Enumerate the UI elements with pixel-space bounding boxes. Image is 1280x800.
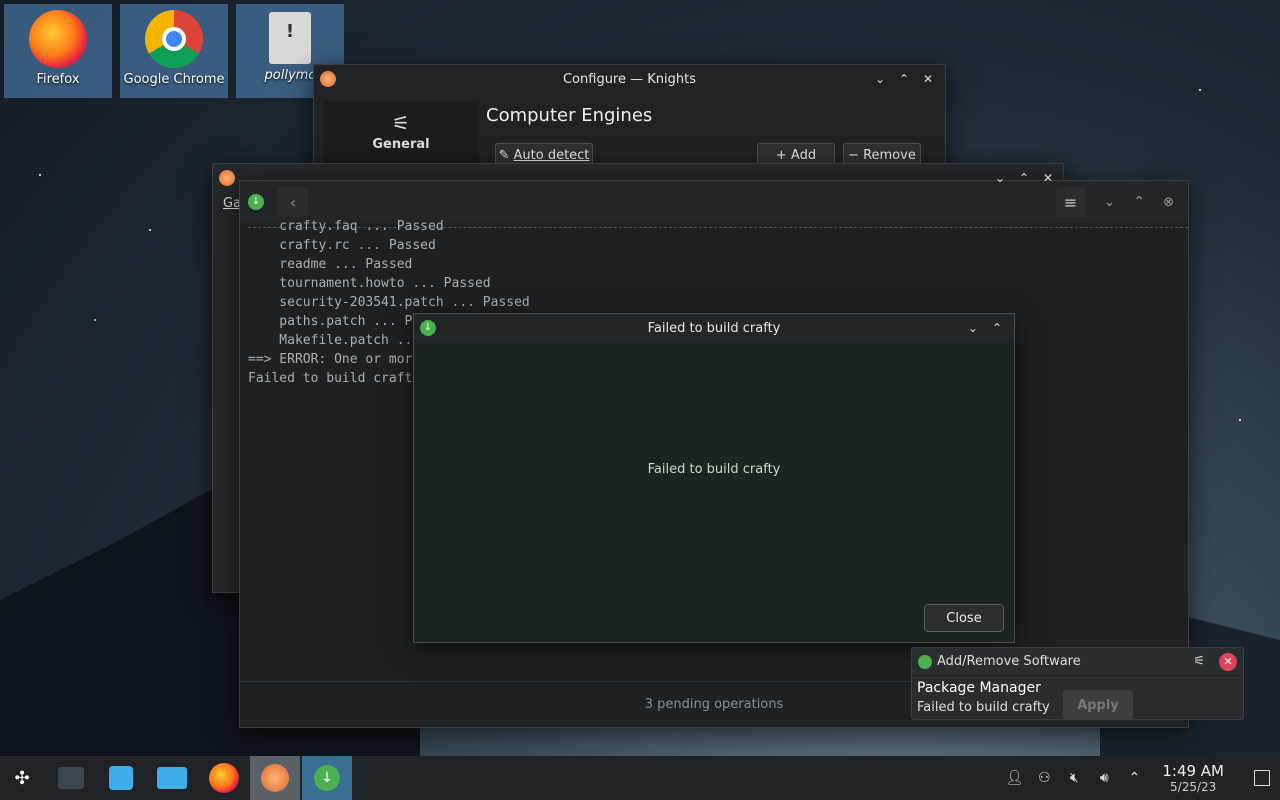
notification-popup[interactable]: Add/Remove Software ⚟ ✕ Package Manager …: [911, 647, 1244, 720]
knights-taskbar-icon[interactable]: [250, 756, 300, 800]
terminal-line: security-203541.patch ... Passed: [248, 295, 530, 310]
maximize-icon[interactable]: ⌃: [895, 70, 913, 88]
settings-icon[interactable]: ⚟: [1193, 654, 1205, 669]
show-desktop-icon[interactable]: [1254, 770, 1270, 786]
sidebar-item-general[interactable]: ⚟ General: [323, 101, 479, 152]
button-label: Remove: [863, 147, 916, 163]
system-settings-icon[interactable]: [46, 756, 96, 800]
desktop-icon-chrome[interactable]: Google Chrome: [120, 4, 228, 98]
knights-icon: [219, 170, 235, 186]
sidebar-item-label: General: [372, 137, 430, 152]
mute-icon[interactable]: 🔇︎: [1064, 768, 1084, 788]
window-title: Configure — Knights: [562, 71, 696, 87]
apply-button[interactable]: Apply: [1063, 690, 1133, 720]
pamac-icon: ↓: [420, 320, 436, 336]
button-label: Auto detect: [513, 147, 590, 163]
pamac-icon: ↓: [248, 194, 264, 210]
maximize-icon[interactable]: ⌃: [1015, 169, 1033, 187]
terminal-line: readme ... Passed: [248, 257, 413, 272]
minimize-icon[interactable]: ⌄: [964, 319, 982, 337]
desktop-icon-label: Google Chrome: [123, 72, 225, 87]
dialog-message: Failed to build crafty: [647, 462, 781, 477]
close-icon[interactable]: ✕: [1219, 652, 1237, 671]
network-icon[interactable]: ⚇: [1034, 768, 1054, 788]
minimize-icon[interactable]: ⌄: [1104, 194, 1116, 210]
minus-icon: −: [848, 147, 860, 163]
volume-icon[interactable]: 🔊︎: [1094, 768, 1114, 788]
minimize-icon[interactable]: ⌄: [991, 169, 1009, 187]
user-icon[interactable]: 👤︎: [1004, 768, 1024, 788]
clock-time: 1:49 AM: [1162, 762, 1224, 780]
section-title: Computer Engines: [486, 105, 653, 126]
knights-icon: [320, 71, 336, 87]
terminal-line: tournament.howto ... Passed: [248, 276, 491, 291]
chrome-icon: [145, 10, 203, 68]
back-button[interactable]: ‹: [278, 187, 308, 217]
minimize-icon[interactable]: ⌄: [871, 70, 889, 88]
chevron-up-icon[interactable]: ⌃: [1124, 768, 1144, 788]
close-icon[interactable]: ✕: [919, 70, 937, 88]
notification-body: Failed to build crafty: [917, 700, 1050, 715]
maximize-icon[interactable]: ⌃: [1133, 194, 1145, 210]
clock[interactable]: 1:49 AM 5/25/23: [1162, 762, 1224, 794]
error-dialog: ↓ Failed to build crafty ⌄ ⌃ Failed to b…: [413, 313, 1015, 643]
discover-icon[interactable]: [96, 756, 146, 800]
maximize-icon[interactable]: ⌃: [988, 319, 1006, 337]
titlebar[interactable]: ↓ Failed to build crafty ⌄ ⌃: [414, 314, 1014, 342]
sliders-icon: ⚟: [392, 111, 410, 135]
notification-title: Package Manager: [917, 680, 1041, 696]
app-launcher[interactable]: ✣: [0, 756, 44, 800]
firefox-taskbar-icon[interactable]: [198, 756, 250, 800]
terminal-line: crafty.rc ... Passed: [248, 238, 436, 253]
file-icon: !: [269, 12, 311, 64]
desktop-icon-label: Firefox: [36, 72, 80, 87]
taskbar: ✣ ↓ 👤︎ ⚇ 🔇︎ 🔊︎ ⌃ 1:49 AM 5/25/23: [0, 756, 1280, 800]
notification-app-name: Add/Remove Software: [937, 654, 1081, 669]
firefox-icon: [29, 10, 87, 68]
terminal-line: crafty.faq ... Passed: [248, 219, 444, 234]
close-button[interactable]: Close: [924, 604, 1004, 632]
wand-icon: ✎: [498, 147, 510, 163]
close-icon[interactable]: ⊗: [1163, 195, 1174, 210]
file-manager-icon[interactable]: [146, 756, 198, 800]
close-icon[interactable]: ✕: [1039, 169, 1057, 187]
menu-button[interactable]: ≡: [1055, 187, 1086, 217]
clock-date: 5/25/23: [1170, 780, 1217, 794]
desktop-icon-firefox[interactable]: Firefox: [4, 4, 112, 98]
dialog-title: Failed to build crafty: [647, 320, 781, 336]
pamac-icon: [918, 654, 932, 669]
titlebar[interactable]: Configure — Knights ⌄ ⌃ ✕: [314, 65, 945, 93]
pamac-taskbar-icon[interactable]: ↓: [302, 756, 352, 800]
